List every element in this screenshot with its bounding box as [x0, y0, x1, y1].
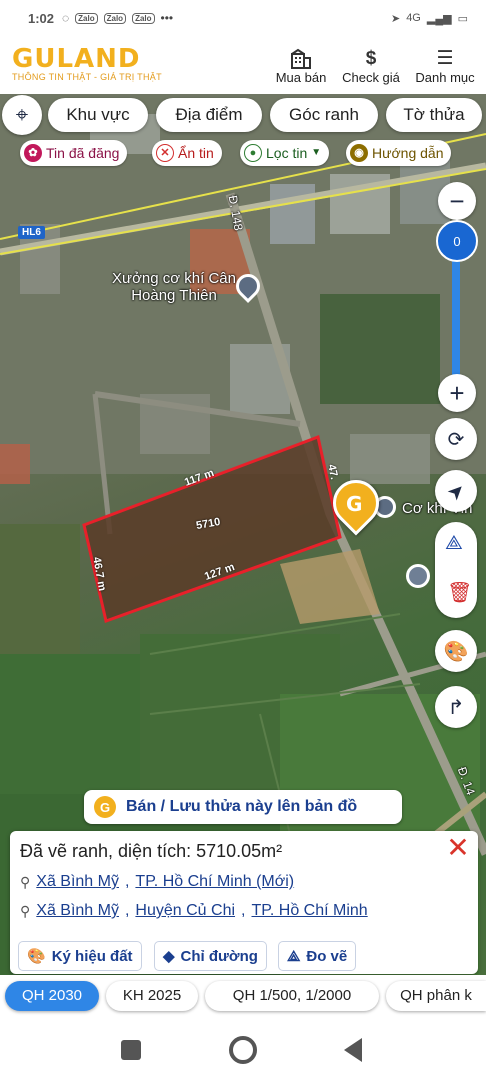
palette-icon: ✿ — [24, 144, 42, 162]
address-district-link[interactable]: Huyện Củ Chi — [135, 902, 235, 920]
navigate-button[interactable]: ➤ — [435, 470, 477, 512]
recent-apps-icon[interactable] — [121, 1040, 141, 1060]
building-icon — [272, 48, 330, 70]
zoom-fill — [452, 256, 460, 384]
palette-icon: 🎨 — [443, 640, 469, 663]
layer-style-button[interactable]: 🎨 — [435, 630, 477, 672]
location-pin-icon: ⚲ — [20, 902, 31, 919]
dollar-icon: $ — [365, 48, 377, 69]
nav-buy-sell[interactable]: Mua bán — [272, 48, 330, 85]
address-commune-link[interactable]: Xã Bình Mỹ — [36, 902, 119, 920]
location-icon: ➤ — [390, 12, 401, 25]
location-pin-icon: ⚲ — [20, 873, 31, 890]
brand-name: GULAND — [12, 44, 141, 74]
tab-qh-phan-khu[interactable]: QH phân k — [386, 981, 486, 1011]
nav-menu[interactable]: ☰ Danh mục — [412, 48, 478, 85]
share-arrow-icon: ↱ — [447, 696, 465, 719]
draw-polygon-icon: ⟁ — [287, 947, 301, 965]
land-symbol-label: Ký hiệu đất — [51, 947, 133, 965]
filter-parcel[interactable]: Tờ thửa — [386, 98, 482, 132]
poi-label-workshop[interactable]: Xưởng cơ khí Cân Hoàng Thiên — [104, 270, 244, 304]
close-circle-icon: ✕ — [156, 144, 174, 162]
directions-icon: ◆ — [163, 948, 175, 965]
sell-save-plot-button[interactable]: G Bán / Lưu thửa này lên bản đồ — [84, 790, 402, 824]
filter-area[interactable]: Khu vực — [48, 98, 148, 132]
nav-menu-label: Danh mục — [415, 70, 475, 85]
home-icon[interactable] — [229, 1036, 257, 1064]
zoom-slider-knob[interactable]: 0 — [436, 220, 478, 262]
address-old: ⚲ Xã Bình Mỹ, Huyện Củ Chi, TP. Hồ Chí M… — [20, 902, 368, 920]
chip-posted-label: Tin đã đăng — [46, 145, 120, 161]
app-header: GULAND THÔNG TIN THẬT - GIÁ TRỊ THẬT Mua… — [0, 36, 486, 94]
draw-polygon-icon[interactable]: ⟁ — [445, 532, 463, 555]
plot-area-title: Đã vẽ ranh, diện tích: 5710.05m² — [20, 841, 283, 861]
guland-g-icon: G — [94, 796, 116, 818]
minus-icon: − — [449, 185, 465, 216]
chip-hidden-label: Ẩn tin — [178, 145, 214, 161]
brand-tagline: THÔNG TIN THẬT - GIÁ TRỊ THẬT — [12, 72, 162, 82]
zalo-icon: Zalo — [103, 12, 127, 24]
chip-guide-label: Hướng dẫn — [372, 145, 444, 161]
battery-icon: ▭ — [457, 12, 468, 25]
chip-hidden[interactable]: ✕ Ẩn tin — [152, 140, 222, 166]
address-city-link[interactable]: TP. Hồ Chí Minh — [251, 902, 367, 920]
more-dots-icon: ••• — [160, 11, 174, 25]
map-pin-icon[interactable] — [406, 564, 430, 588]
filter-corner[interactable]: Góc ranh — [270, 98, 378, 132]
measure-draw-label: Đo vẽ — [306, 947, 348, 965]
address-commune-link[interactable]: Xã Bình Mỹ — [36, 873, 119, 891]
refresh-icon: ⟳ — [447, 428, 465, 451]
nav-buy-sell-label: Mua bán — [275, 70, 327, 85]
tab-kh-2025[interactable]: KH 2025 — [106, 981, 198, 1011]
palette-icon: 🎨 — [27, 948, 46, 965]
tab-qh-2030[interactable]: QH 2030 — [5, 981, 99, 1011]
nav-check-price[interactable]: $ Check giá — [338, 48, 404, 85]
filter-location[interactable]: Địa điểm — [156, 98, 262, 132]
trash-icon[interactable]: 🗑 — [447, 580, 472, 605]
notification-icons: ◌ Zalo Zalo Zalo ••• — [62, 11, 173, 25]
guland-marker-glyph: G — [346, 492, 363, 516]
chip-posted[interactable]: ✿ Tin đã đăng — [20, 140, 128, 166]
land-symbol-button[interactable]: 🎨 Ký hiệu đất — [18, 941, 142, 971]
crosshair-icon: ⌖ — [15, 102, 29, 127]
plot-info-panel: Đã vẽ ranh, diện tích: 5710.05m² ✕ ⚲ Xã … — [10, 831, 478, 974]
network-type: 4G — [406, 12, 421, 24]
tab-qh-1-500[interactable]: QH 1/500, 1/2000 — [205, 981, 379, 1011]
share-button[interactable]: ↱ — [435, 686, 477, 728]
address-city-link[interactable]: TP. Hồ Chí Minh (Mới) — [135, 873, 294, 891]
directions-label: Chỉ đường — [180, 947, 258, 965]
menu-icon: ☰ — [436, 48, 454, 69]
messenger-icon: ◌ — [62, 11, 70, 25]
sell-save-label: Bán / Lưu thửa này lên bản đồ — [126, 798, 358, 815]
guland-logo[interactable]: GULAND THÔNG TIN THẬT - GIÁ TRỊ THẬT — [12, 44, 162, 82]
measure-draw-button[interactable]: ⟁ Đo vẽ — [278, 941, 357, 971]
address-new: ⚲ Xã Bình Mỹ, TP. Hồ Chí Minh (Mới) — [20, 873, 295, 891]
plus-icon: + — [449, 377, 465, 408]
location-pin-icon: ● — [244, 144, 262, 162]
chip-guide[interactable]: ◉ Hướng dẫn — [346, 140, 452, 166]
refresh-button[interactable]: ⟳ — [435, 418, 477, 460]
chevron-down-icon: ▼ — [311, 147, 322, 158]
status-bar: 1:02 ◌ Zalo Zalo Zalo ••• ➤ 4G ▂▄▆ ▭ — [0, 0, 486, 36]
chip-filter-label: Lọc tin — [266, 145, 308, 161]
clock: 1:02 — [28, 10, 55, 26]
target-icon: ◉ — [350, 144, 368, 162]
close-icon[interactable]: ✕ — [444, 831, 472, 864]
navigation-arrow-icon: ➤ — [442, 477, 471, 506]
signal-icon: ▂▄▆ — [426, 12, 452, 25]
road-shield-hl6: HL6 — [18, 226, 45, 239]
back-icon[interactable] — [344, 1038, 362, 1062]
zalo-icon: Zalo — [75, 12, 98, 24]
zoom-in-button[interactable]: + — [438, 374, 476, 412]
nav-check-price-label: Check giá — [342, 70, 400, 85]
system-nav-bar — [0, 1020, 486, 1080]
zoom-out-button[interactable]: − — [438, 182, 476, 220]
chip-filter[interactable]: ● Lọc tin ▼ — [240, 140, 330, 166]
planning-tabs: QH 2030 KH 2025 QH 1/500, 1/2000 QH phân… — [0, 975, 486, 1020]
draw-tools-group: ⟁ 🗑 — [435, 522, 477, 618]
directions-button[interactable]: ◆ Chỉ đường — [154, 941, 267, 971]
zalo-icon: Zalo — [132, 12, 155, 24]
locate-me-button[interactable]: ⌖ — [2, 95, 42, 135]
